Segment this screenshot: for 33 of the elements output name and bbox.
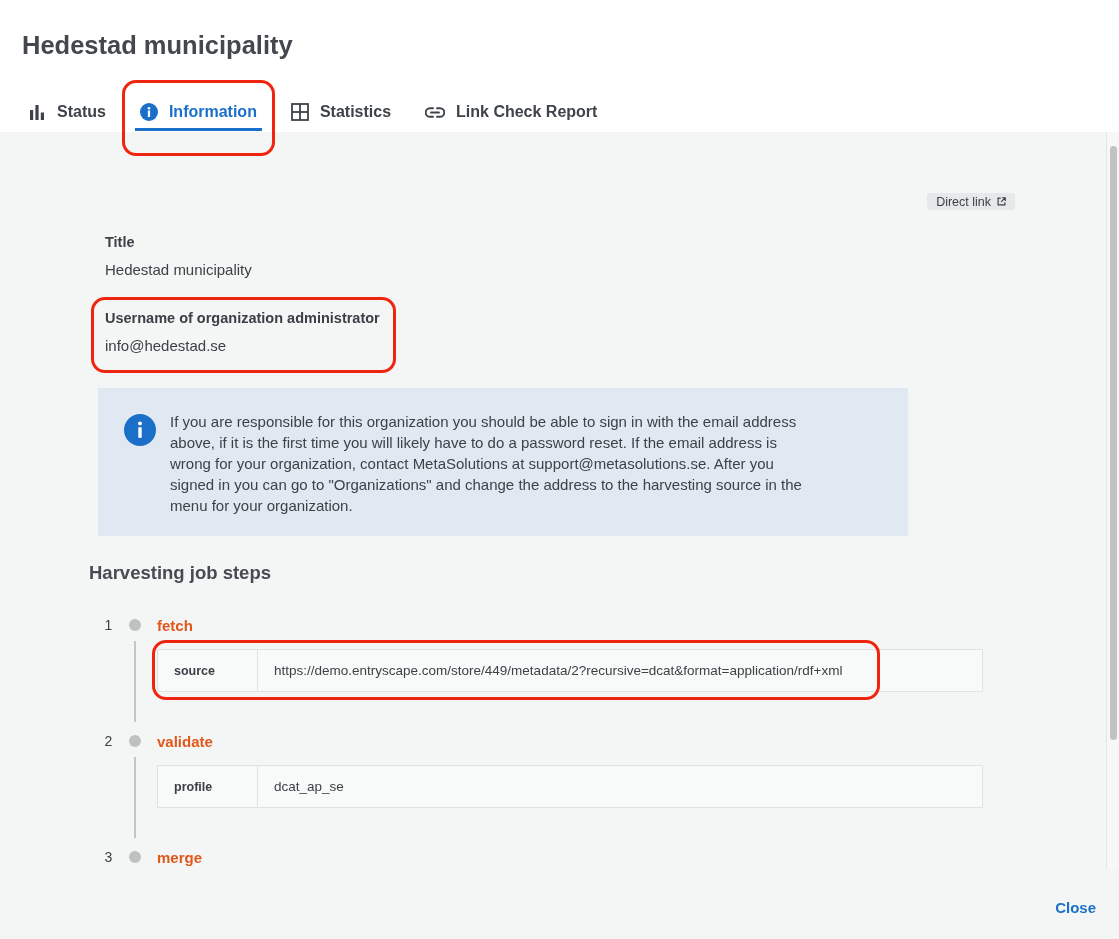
tab[interactable]: Information — [134, 100, 262, 131]
step-number: 2 — [104, 733, 113, 749]
field-value: info@hedestad.se — [105, 337, 228, 355]
field-value: Hedestad municipality — [105, 261, 252, 279]
notice-text: If you are responsible for this organization you should be able to sign in with the email address above, if it is the first time you will likely have to do a password reset. If the email address is wrong for your organization, contact MetaSolutions at support@metasolutions.se. After you signed in you can go to "Organizations" and change the address to the harvesting source in the menu for your organization. — [170, 412, 803, 516]
close-button[interactable]: Close — [1045, 894, 1106, 920]
step-name: validate — [157, 732, 213, 750]
info-icon — [124, 414, 156, 446]
step-dot-icon — [129, 851, 141, 863]
param-key-cell: profile — [158, 766, 258, 807]
field-label: Username of organization administrator — [105, 309, 380, 327]
field-label: Title — [105, 233, 136, 251]
param-value: https://demo.entryscape.com/store/449/metadata/2?recursive=dcat&format=application/rdf+xml — [274, 663, 843, 678]
section-heading: Harvesting job steps — [89, 561, 272, 585]
step-number: 3 — [104, 849, 113, 865]
step-dot-icon — [129, 619, 141, 631]
param-key-cell: source — [158, 650, 258, 691]
dialog-title: Hedestad municipality — [22, 30, 294, 61]
link-icon — [425, 106, 446, 118]
tab[interactable]: Statistics — [285, 100, 397, 131]
param-value: dcat_ap_se — [274, 779, 344, 794]
direct-link-button[interactable]: Direct link — [927, 193, 1015, 210]
step-number: 1 — [104, 617, 113, 633]
step-name: merge — [157, 848, 203, 866]
step-dot-icon — [129, 735, 141, 747]
tab[interactable]: Link Check Report — [420, 100, 603, 131]
grid-icon — [290, 103, 309, 121]
bar-chart-icon — [28, 103, 46, 121]
info-icon — [139, 103, 158, 121]
tab[interactable]: Status — [23, 100, 111, 131]
scrollbar-thumb[interactable] — [1110, 146, 1117, 740]
external-link-icon — [997, 197, 1006, 206]
step-name: fetch — [157, 616, 193, 634]
